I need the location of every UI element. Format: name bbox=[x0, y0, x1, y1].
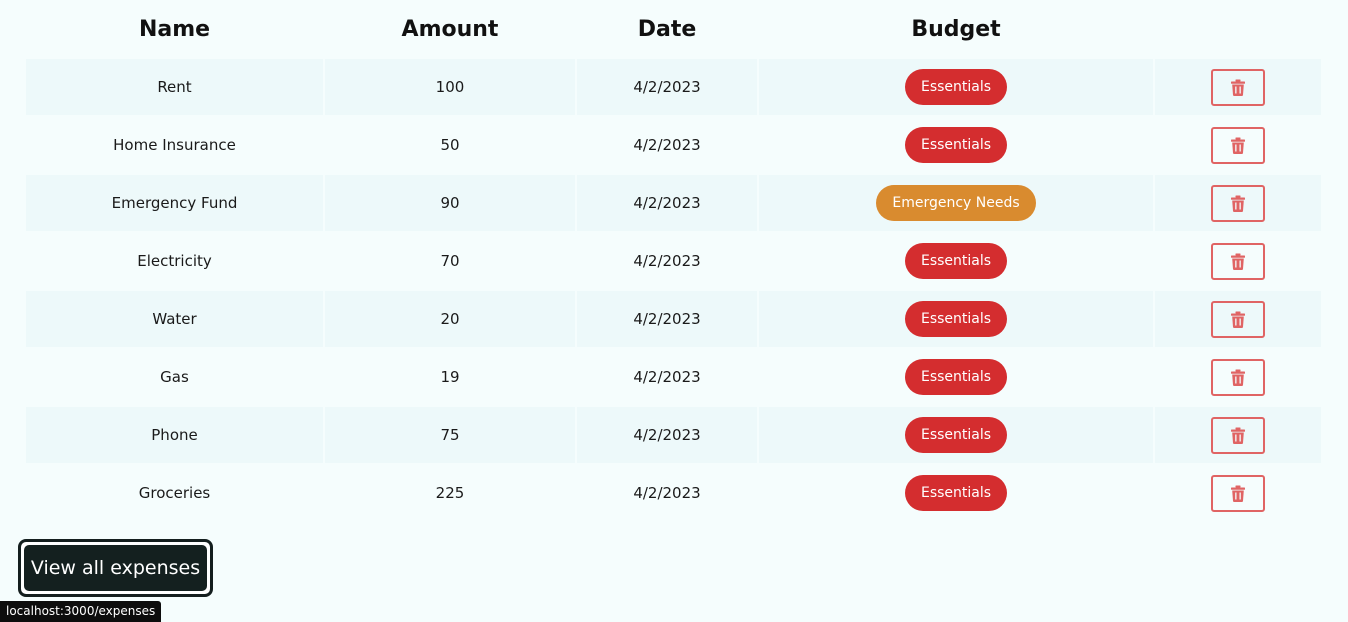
cell-amount: 100 bbox=[325, 59, 575, 115]
cell-amount: 75 bbox=[325, 407, 575, 463]
table-row: Gas 19 4/2/2023 Essentials bbox=[26, 349, 1321, 405]
cell-date: 4/2/2023 bbox=[577, 407, 757, 463]
cell-date: 4/2/2023 bbox=[633, 368, 701, 386]
cell-date: 4/2/2023 bbox=[577, 59, 757, 115]
cell-actions bbox=[1155, 59, 1321, 115]
expenses-table-container: Name Amount Date Budget Rent 100 4/2/2023 E… bbox=[26, 0, 1323, 523]
cell-actions bbox=[1155, 117, 1321, 173]
status-bar-url: localhost:3000/expenses bbox=[0, 601, 162, 622]
trash-icon bbox=[1231, 137, 1245, 154]
cell-name: Electricity bbox=[137, 252, 212, 270]
trash-icon bbox=[1231, 253, 1245, 270]
cell-name: Gas bbox=[160, 368, 189, 386]
cell-budget: Essentials bbox=[759, 117, 1153, 173]
trash-icon bbox=[1231, 369, 1245, 386]
view-all-expenses-label: View all expenses bbox=[24, 545, 207, 591]
cell-date: 4/2/2023 bbox=[577, 291, 757, 347]
delete-expense-button[interactable] bbox=[1211, 184, 1265, 222]
cell-actions bbox=[1155, 291, 1321, 347]
cell-budget: Essentials bbox=[759, 349, 1153, 405]
budget-badge: Essentials bbox=[904, 243, 1008, 279]
trash-icon bbox=[1231, 195, 1245, 212]
trash-icon bbox=[1231, 485, 1245, 502]
table-row: Electricity 70 4/2/2023 Essentials bbox=[26, 233, 1321, 289]
cell-name: Emergency Fund bbox=[26, 175, 323, 231]
table-row: Rent 100 4/2/2023 Essentials bbox=[26, 59, 1321, 115]
cell-budget: Emergency Needs bbox=[759, 175, 1153, 231]
cell-budget: Essentials bbox=[759, 465, 1153, 521]
delete-expense-button[interactable] bbox=[1211, 300, 1265, 338]
header-name: Name bbox=[138, 17, 211, 42]
cell-date: 4/2/2023 bbox=[633, 252, 701, 270]
trash-icon bbox=[1231, 427, 1245, 444]
header-amount: Amount bbox=[401, 17, 499, 42]
table-row: Water 20 4/2/2023 Essentials bbox=[26, 291, 1321, 347]
cell-name: Phone bbox=[26, 407, 323, 463]
cell-name: Water bbox=[26, 291, 323, 347]
cell-amount: 90 bbox=[325, 175, 575, 231]
cell-name: Rent bbox=[26, 59, 323, 115]
table-row: Groceries 225 4/2/2023 Essentials bbox=[26, 465, 1321, 521]
budget-badge: Essentials bbox=[904, 417, 1008, 453]
trash-icon bbox=[1231, 311, 1245, 328]
cell-actions bbox=[1155, 233, 1321, 289]
budget-badge: Essentials bbox=[904, 69, 1008, 105]
delete-expense-button[interactable] bbox=[1211, 416, 1265, 454]
cell-amount: 20 bbox=[325, 291, 575, 347]
table-row: Phone 75 4/2/2023 Essentials bbox=[26, 407, 1321, 463]
delete-expense-button[interactable] bbox=[1211, 68, 1265, 106]
cell-date: 4/2/2023 bbox=[633, 136, 701, 154]
cell-actions bbox=[1155, 465, 1321, 521]
cell-amount: 50 bbox=[440, 136, 460, 154]
cell-date: 4/2/2023 bbox=[577, 175, 757, 231]
cell-budget: Essentials bbox=[759, 59, 1153, 115]
table-header-row: Name Amount Date Budget bbox=[26, 2, 1321, 57]
cell-date: 4/2/2023 bbox=[633, 484, 701, 502]
cell-name: Home Insurance bbox=[113, 136, 236, 154]
header-date: Date bbox=[637, 17, 697, 42]
cell-actions bbox=[1155, 407, 1321, 463]
cell-amount: 225 bbox=[435, 484, 465, 502]
budget-badge: Essentials bbox=[904, 475, 1008, 511]
cell-amount: 70 bbox=[440, 252, 460, 270]
trash-icon bbox=[1231, 79, 1245, 96]
expenses-table: Name Amount Date Budget Rent 100 4/2/2023 E… bbox=[24, 0, 1323, 523]
table-row: Emergency Fund 90 4/2/2023 Emergency Needs bbox=[26, 175, 1321, 231]
delete-expense-button[interactable] bbox=[1211, 358, 1265, 396]
cell-amount: 19 bbox=[440, 368, 460, 386]
header-budget: Budget bbox=[911, 17, 1001, 42]
delete-expense-button[interactable] bbox=[1211, 474, 1265, 512]
cell-budget: Essentials bbox=[759, 291, 1153, 347]
budget-badge: Essentials bbox=[904, 127, 1008, 163]
delete-expense-button[interactable] bbox=[1211, 242, 1265, 280]
cell-actions bbox=[1155, 349, 1321, 405]
table-row: Home Insurance 50 4/2/2023 Essentials bbox=[26, 117, 1321, 173]
view-all-expenses-button[interactable]: View all expenses bbox=[18, 539, 213, 597]
budget-badge: Essentials bbox=[904, 301, 1008, 337]
budget-badge: Essentials bbox=[904, 359, 1008, 395]
cell-budget: Essentials bbox=[759, 407, 1153, 463]
delete-expense-button[interactable] bbox=[1211, 126, 1265, 164]
cell-budget: Essentials bbox=[759, 233, 1153, 289]
cell-actions bbox=[1155, 175, 1321, 231]
header-actions bbox=[1155, 2, 1321, 57]
cell-name: Groceries bbox=[138, 484, 211, 502]
budget-badge: Emergency Needs bbox=[876, 185, 1036, 221]
